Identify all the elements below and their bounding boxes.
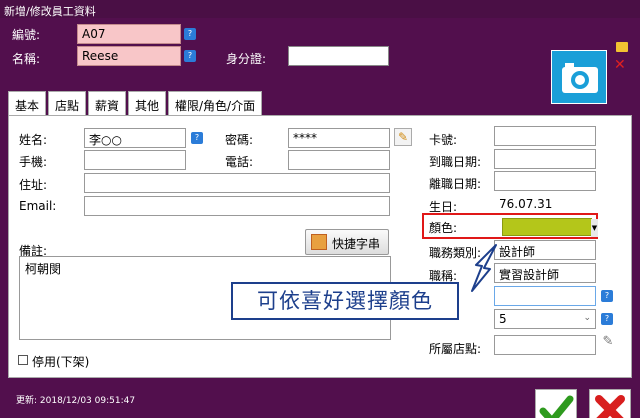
idcard-field[interactable] <box>288 46 389 66</box>
window-title: 新增/修改員工資料 <box>0 0 640 18</box>
tab-basic[interactable]: 基本 <box>8 91 47 117</box>
email-label: Email: <box>19 199 57 213</box>
lookup-field[interactable] <box>494 286 596 306</box>
level-select[interactable]: 5 ⌄ <box>494 309 596 329</box>
basic-panel: 姓名: 李○○ ? 密碼: **** ✎ 手機: 電話: 住址: Email: … <box>8 115 632 378</box>
job-title-field[interactable]: 實習設計師 <box>494 263 596 283</box>
lookup-icon[interactable]: ? <box>184 50 196 62</box>
lookup-icon[interactable]: ? <box>601 290 613 302</box>
folder-icon[interactable] <box>616 42 628 52</box>
check-icon <box>539 395 574 418</box>
tab-stores[interactable]: 店點 <box>48 91 87 115</box>
tab-other[interactable]: 其他 <box>128 91 167 115</box>
disable-checkbox[interactable] <box>18 355 28 365</box>
hire-date-field[interactable] <box>494 149 596 169</box>
quick-string-icon <box>311 234 327 250</box>
photo-area[interactable] <box>551 50 607 104</box>
tab-salary[interactable]: 薪資 <box>88 91 127 115</box>
color-picker[interactable]: ▼ <box>502 218 598 237</box>
callout-pointer <box>471 244 497 292</box>
eraser-icon[interactable]: ✎ <box>599 334 617 352</box>
address-label: 住址: <box>19 178 48 192</box>
lookup-icon[interactable]: ? <box>191 132 203 144</box>
color-label: 顏色: <box>429 221 458 235</box>
name-field[interactable]: Reese <box>77 46 181 66</box>
lookup-icon[interactable]: ? <box>601 313 613 325</box>
card-label: 卡號: <box>429 133 458 147</box>
password-label: 密碼: <box>225 133 254 147</box>
mobile-field[interactable] <box>84 150 186 170</box>
phone-field[interactable] <box>288 150 390 170</box>
delete-photo-icon[interactable]: ✕ <box>614 58 626 72</box>
card-field[interactable] <box>494 126 596 146</box>
hire-date-label: 到職日期: <box>429 155 482 169</box>
password-field[interactable]: **** <box>288 128 390 148</box>
callout-text: 可依喜好選擇顏色 <box>231 282 459 320</box>
idcard-label: 身分證: <box>226 52 267 66</box>
id-label: 編號: <box>12 28 41 42</box>
cancel-button[interactable] <box>589 389 631 418</box>
phone-label: 電話: <box>225 155 254 169</box>
leave-date-label: 離職日期: <box>429 177 482 191</box>
camera-icon <box>562 63 598 93</box>
tab-permissions[interactable]: 權限/角色/介面 <box>168 91 263 115</box>
job-type-field[interactable]: 設計師 <box>494 240 596 260</box>
lookup-icon[interactable]: ? <box>184 28 196 40</box>
store-label: 所屬店點: <box>429 342 482 356</box>
quick-string-label: 快捷字串 <box>332 237 381 251</box>
window-body: 編號: A07 ? 名稱: Reese ? 身分證: ✕ 基本 店點 薪資 其他… <box>0 18 640 418</box>
fullname-field[interactable]: 李○○ <box>84 128 186 148</box>
birthday-field[interactable]: 76.07.31 <box>494 194 596 214</box>
pencil-icon[interactable]: ✎ <box>394 128 412 146</box>
quick-string-button[interactable]: 快捷字串 <box>305 229 389 255</box>
disable-checkbox-row[interactable]: 停用(下架) <box>18 353 89 370</box>
store-field[interactable] <box>494 335 596 355</box>
leave-date-field[interactable] <box>494 171 596 191</box>
mobile-label: 手機: <box>19 155 48 169</box>
name-label: 名稱: <box>12 52 41 66</box>
email-field[interactable] <box>84 196 390 216</box>
id-field[interactable]: A07 <box>77 24 181 44</box>
close-icon <box>595 395 625 418</box>
address-field[interactable] <box>84 173 390 193</box>
level-select-value: 5 <box>499 312 507 326</box>
color-highlight: 顏色: ▼ <box>422 213 598 239</box>
dropdown-arrow-icon[interactable]: ▼ <box>591 219 598 237</box>
fullname-label: 姓名: <box>19 133 48 147</box>
confirm-button[interactable] <box>535 389 577 418</box>
disable-label: 停用(下架) <box>32 355 90 369</box>
last-updated: 更新: 2018/12/03 09:51:47 <box>16 396 136 406</box>
chevron-down-icon: ⌄ <box>583 313 591 323</box>
